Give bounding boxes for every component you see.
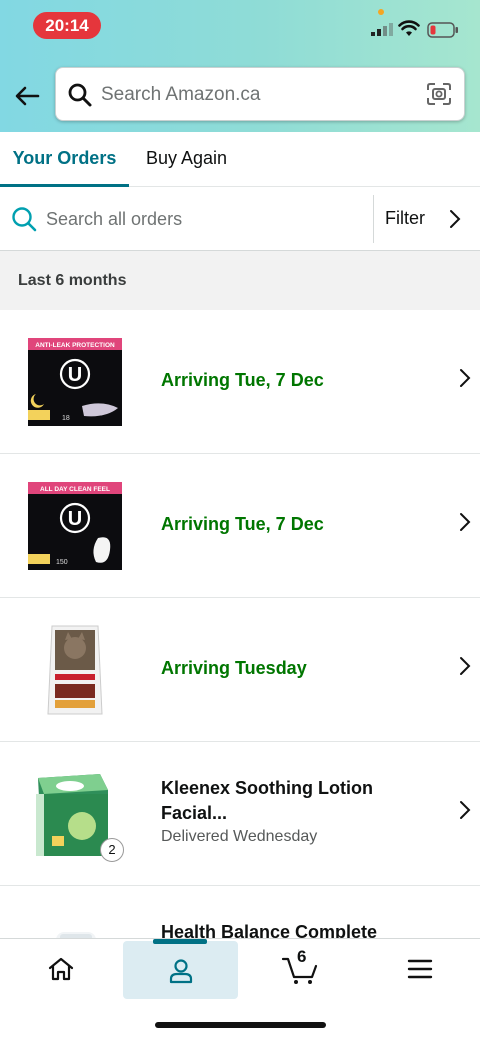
chevron-right-icon — [460, 369, 471, 387]
chevron-right-icon — [460, 657, 471, 675]
nav-account-button[interactable] — [123, 941, 238, 999]
time-period-header: Last 6 months — [0, 251, 480, 310]
back-arrow-icon — [15, 86, 40, 106]
camera-scan-icon[interactable] — [426, 81, 452, 107]
nav-cart-button[interactable]: 6 — [243, 939, 358, 997]
quantity-badge: 2 — [100, 838, 124, 862]
order-status: Arriving Tue, 7 Dec — [161, 514, 324, 534]
nav-menu-button[interactable] — [362, 939, 477, 997]
order-status: Arriving Tue, 7 Dec — [161, 370, 324, 390]
account-icon — [169, 959, 193, 984]
svg-text:150: 150 — [56, 559, 68, 566]
wifi-icon — [398, 20, 420, 36]
chevron-right-icon — [450, 210, 461, 228]
search-icon — [68, 83, 92, 107]
svg-text:U: U — [68, 364, 82, 386]
tab-buy-again[interactable]: Buy Again — [146, 132, 227, 187]
chevron-right-icon — [460, 801, 471, 819]
home-icon — [48, 957, 74, 981]
svg-text:U: U — [68, 508, 82, 530]
order-product-title: Kleenex Soothing Lotion Facial... — [161, 778, 373, 823]
filter-button[interactable]: Filter — [374, 187, 480, 251]
time-period-label: Last 6 months — [18, 272, 127, 289]
battery-icon — [427, 22, 458, 38]
order-delivery-status: Delivered Wednesday — [161, 828, 318, 845]
product-image-u-by-kotex-liners: ALL DAY CLEAN FEEL U 150 — [28, 482, 122, 570]
nav-home-button[interactable] — [3, 939, 118, 997]
order-row[interactable]: 2 Kleenex Soothing Lotion Facial... Deli… — [0, 742, 480, 886]
svg-text:18: 18 — [62, 415, 70, 422]
chevron-right-icon — [460, 513, 471, 531]
order-status: Arriving Tuesday — [161, 658, 307, 678]
search-icon — [12, 207, 37, 232]
order-search-input[interactable] — [46, 201, 366, 237]
order-row[interactable]: Arriving Tuesday — [0, 598, 480, 742]
home-indicator[interactable] — [155, 1022, 326, 1028]
status-time: 20:14 — [33, 12, 101, 39]
back-button[interactable] — [10, 78, 46, 114]
cart-item-count: 6 — [297, 947, 307, 966]
privacy-indicator-dot — [378, 9, 384, 15]
orders-tab-bar: Your Orders Buy Again — [0, 132, 480, 187]
pack-label-text: ANTI-LEAK PROTECTION — [35, 342, 115, 349]
filter-label: Filter — [385, 208, 425, 228]
amazon-search-input[interactable] — [101, 78, 421, 112]
status-bar: 20:14 — [0, 0, 480, 52]
pack-label-text: ALL DAY CLEAN FEEL — [40, 486, 110, 493]
menu-icon — [407, 959, 433, 979]
product-image-u-by-kotex-overnight: ANTI-LEAK PROTECTION U 18 — [28, 338, 122, 426]
app-header: 20:14 — [0, 0, 480, 132]
active-tab-indicator — [153, 939, 207, 944]
order-row[interactable]: ANTI-LEAK PROTECTION U 18 Arriving Tue, … — [0, 310, 480, 454]
tab-your-orders[interactable]: Your Orders — [0, 132, 129, 187]
order-search-bar: Filter — [0, 187, 480, 251]
amazon-search-bar[interactable] — [55, 67, 465, 121]
product-image-hills-cat-food — [47, 625, 103, 715]
order-row[interactable]: ALL DAY CLEAN FEEL U 150 Arriving Tue, 7… — [0, 454, 480, 598]
cellular-signal-icon — [371, 23, 393, 36]
